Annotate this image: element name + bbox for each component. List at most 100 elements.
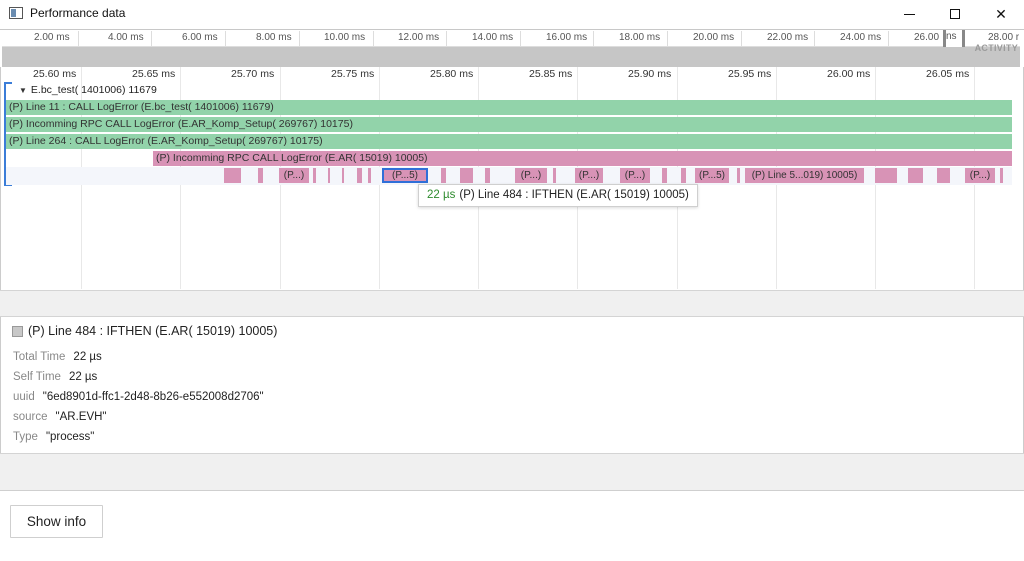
flame-bar-call[interactable]: (P) Line 11 : CALL LogError (E.bc_test( … (6, 100, 1012, 115)
app-window-icon (9, 7, 23, 19)
track-header[interactable]: ▼ E.bc_test( 1401006) 11679 (19, 84, 157, 96)
hover-tooltip: 22 µs (P) Line 484 : IFTHEN (E.AR( 15019)… (418, 184, 698, 207)
flame-tick: 25.95 ms (728, 68, 772, 80)
flame-block[interactable] (313, 168, 316, 183)
maximize-button[interactable] (932, 0, 978, 28)
flame-block-selected[interactable]: (P...5) (382, 168, 428, 183)
minimize-icon (903, 13, 915, 15)
property-key: uuid (13, 391, 35, 403)
property-uuid: uuid "6ed8901d-ffc1-2d48-8b26-e552008d270… (13, 391, 264, 403)
flame-block[interactable] (662, 168, 667, 183)
flame-tick: 25.70 ms (231, 68, 275, 80)
flame-tick: 25.65 ms (132, 68, 176, 80)
property-value: 22 µs (68, 371, 98, 383)
flame-block[interactable] (937, 168, 950, 183)
property-type: Type "process" (13, 431, 94, 443)
details-title: (P) Line 484 : IFTHEN (E.AR( 15019) 1000… (28, 324, 278, 338)
color-swatch (12, 326, 23, 337)
window-title: Performance data (30, 6, 126, 20)
maximize-icon (950, 9, 960, 19)
overview-selection-label: ns (946, 31, 957, 42)
property-value: 22 µs (73, 351, 102, 363)
flame-block[interactable]: (P) Line 5...019) 10005) (745, 168, 864, 183)
property-value: "process" (45, 431, 95, 443)
property-value: "AR.EVH" (55, 411, 107, 423)
property-source: source "AR.EVH" (13, 411, 107, 423)
overview-ruler: 2.00 ms 4.00 ms 6.00 ms 8.00 ms 10.00 ms… (2, 31, 1020, 47)
flame-block[interactable] (681, 168, 686, 183)
track-title: E.bc_test( 1401006) 11679 (30, 84, 157, 96)
flame-block[interactable] (368, 168, 371, 183)
overview-gridline (520, 31, 521, 47)
flame-bar-call[interactable]: (P) Line 264 : CALL LogError (E.AR_Komp_… (6, 134, 1012, 149)
flame-block[interactable]: (P...) (620, 168, 650, 183)
flame-block[interactable] (1000, 168, 1003, 183)
flame-block[interactable] (342, 168, 344, 183)
flame-block[interactable]: (P...) (575, 168, 603, 183)
overview-gridline (667, 31, 668, 47)
property-key: Self Time (13, 371, 61, 383)
overview-gridline (593, 31, 594, 47)
minimize-button[interactable] (886, 0, 932, 28)
flame-block[interactable] (553, 168, 556, 183)
flame-block[interactable] (485, 168, 490, 183)
flame-block[interactable]: (P...) (965, 168, 995, 183)
flame-tick: 26.00 ms (827, 68, 871, 80)
panel-divider (0, 453, 1024, 491)
flame-tick: 25.85 ms (529, 68, 573, 80)
flame-block[interactable] (258, 168, 263, 183)
details-panel: (P) Line 484 : IFTHEN (E.AR( 15019) 1000… (0, 317, 1024, 453)
flame-block[interactable] (441, 168, 446, 183)
flame-tick: 25.80 ms (430, 68, 474, 80)
overview-tick: 26.00 (914, 32, 940, 43)
overview-gridline (78, 31, 79, 47)
overview-tick: 2.00 ms (34, 32, 70, 43)
overview-timeline[interactable]: 2.00 ms 4.00 ms 6.00 ms 8.00 ms 10.00 ms… (0, 29, 1024, 67)
property-self-time: Self Time 22 µs (13, 371, 97, 383)
flame-ruler: 25.60 ms 25.65 ms 25.70 ms 25.75 ms 25.8… (1, 67, 1023, 83)
collapse-triangle-icon[interactable]: ▼ (19, 86, 27, 95)
flame-block[interactable] (224, 168, 241, 183)
close-button[interactable]: ✕ (978, 0, 1024, 28)
flame-block[interactable] (908, 168, 923, 183)
flame-tick: 25.90 ms (628, 68, 672, 80)
overview-tick: 24.00 ms (840, 32, 882, 43)
flame-bar-rpc[interactable]: (P) Incomming RPC CALL LogError (E.AR_Ko… (6, 117, 1012, 132)
overview-gridline (299, 31, 300, 47)
flame-tick: 26.05 ms (926, 68, 970, 80)
flame-block[interactable] (737, 168, 740, 183)
overview-tick: 14.00 ms (472, 32, 514, 43)
property-value: "6ed8901d-ffc1-2d48-8b26-e552008d2706" (42, 391, 264, 403)
tooltip-text: (P) Line 484 : IFTHEN (E.AR( 15019) 1000… (459, 189, 689, 201)
title-bar: Performance data ✕ (0, 0, 1024, 28)
flame-chart[interactable]: 25.60 ms 25.65 ms 25.70 ms 25.75 ms 25.8… (0, 67, 1024, 290)
overview-tick: 22.00 ms (767, 32, 809, 43)
flame-bar-rpc[interactable]: (P) Incomming RPC CALL LogError (E.AR( 1… (153, 151, 1012, 166)
overview-tick: 18.00 ms (619, 32, 661, 43)
flame-block[interactable]: (P...) (515, 168, 547, 183)
flame-tick: 25.75 ms (331, 68, 375, 80)
overview-tick: 8.00 ms (256, 32, 292, 43)
panel-splitter[interactable] (0, 290, 1024, 317)
overview-gridline (814, 31, 815, 47)
flame-block[interactable] (357, 168, 362, 183)
flame-block[interactable] (460, 168, 473, 183)
flame-block[interactable] (328, 168, 330, 183)
property-key: Type (13, 431, 38, 443)
flame-block[interactable] (875, 168, 897, 183)
flame-tick: 25.60 ms (33, 68, 77, 80)
property-total-time: Total Time 22 µs (13, 351, 102, 363)
activity-label: ACTIVITY (974, 43, 1018, 53)
overview-tick: 28.00 r (988, 32, 1020, 43)
property-key: Total Time (13, 351, 66, 363)
flame-block[interactable]: (P...5) (695, 168, 729, 183)
overview-tick: 4.00 ms (108, 32, 144, 43)
overview-tick: 12.00 ms (398, 32, 440, 43)
property-key: source (13, 411, 48, 423)
overview-tick: 20.00 ms (693, 32, 735, 43)
show-info-button[interactable]: Show info (10, 505, 103, 538)
flame-block[interactable]: (P...) (279, 168, 309, 183)
close-icon: ✕ (995, 5, 1007, 22)
overview-tick: 16.00 ms (546, 32, 588, 43)
overview-activity-band (2, 47, 1020, 67)
